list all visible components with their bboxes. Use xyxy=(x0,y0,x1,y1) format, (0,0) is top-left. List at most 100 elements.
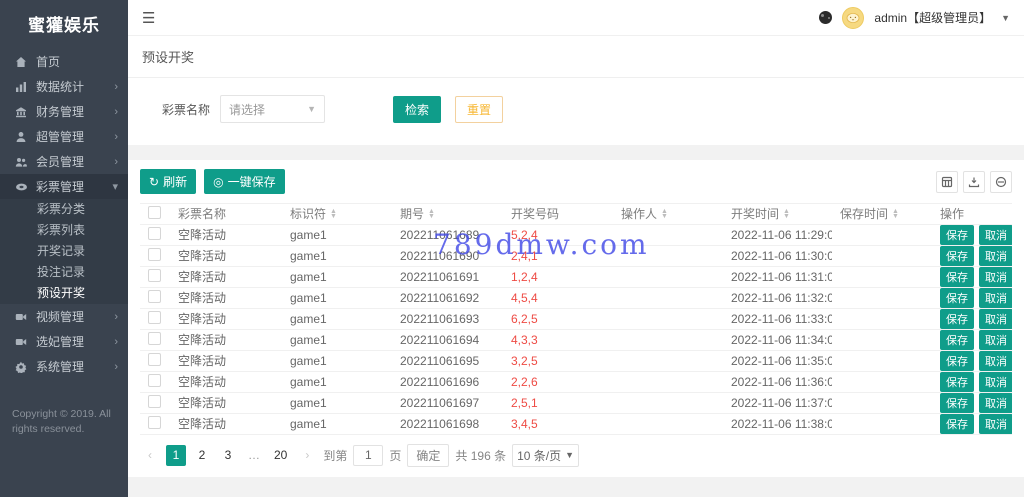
row-checkbox[interactable] xyxy=(148,226,161,240)
filter-row: 彩票名称 请选择 ▼ 检索 重置 xyxy=(128,78,1024,145)
cell-code: game1 xyxy=(282,350,392,372)
sort-icon[interactable]: ▲ ▼ xyxy=(783,208,790,220)
cell-operator xyxy=(613,413,723,435)
row-checkbox[interactable] xyxy=(148,373,161,387)
print-icon[interactable] xyxy=(990,170,1012,193)
menu-toggle-icon[interactable]: ☰ xyxy=(142,9,155,27)
cell-code: game1 xyxy=(282,266,392,288)
row-checkbox[interactable] xyxy=(148,352,161,366)
row-cancel-button[interactable]: 取消 xyxy=(979,266,1012,287)
cell-draw-time: 2022-11-06 11:35:02 xyxy=(723,350,832,372)
row-cancel-button[interactable]: 取消 xyxy=(979,245,1012,266)
row-save-button[interactable]: 保存 xyxy=(940,392,974,413)
sidebar-item-4[interactable]: 会员管理 › xyxy=(0,149,128,174)
row-save-button[interactable]: 保存 xyxy=(940,329,974,350)
save-all-icon: ◎ xyxy=(213,174,224,189)
submenu-item[interactable]: 彩票分类 xyxy=(0,199,128,220)
sort-icon[interactable]: ▲ ▼ xyxy=(330,208,337,220)
page-button-3[interactable]: 3 xyxy=(218,445,238,466)
row-save-button[interactable]: 保存 xyxy=(940,266,974,287)
goto-confirm-button[interactable]: 确定 xyxy=(407,443,450,467)
goto-page-input[interactable] xyxy=(353,444,384,466)
cell-save-time xyxy=(832,245,932,267)
sidebar-item-7[interactable]: 选妃管理 › xyxy=(0,329,128,354)
cell-numbers: 1,2,4 xyxy=(503,266,613,288)
page-size-select[interactable]: 10 条/页 ▼ xyxy=(512,443,580,467)
table-header-row: 彩票名称 标识符 ▲ ▼ 期号 ▲ ▼ 开奖号码 操作人 ▲ ▼ 开奖时间 ▲ ▼ 保存时间 ▲ ▼ 操作 xyxy=(140,203,1012,225)
table-row: 空降活动 game1 202211061696 2,2,6 2022-11-06 11:… xyxy=(140,371,1012,393)
page-button-2[interactable]: 2 xyxy=(192,445,212,466)
reset-button[interactable]: 重置 xyxy=(455,95,504,123)
chevron-icon: › xyxy=(114,105,118,118)
row-save-button[interactable]: 保存 xyxy=(940,371,974,392)
cell-actions: 保存 取消 xyxy=(932,224,1012,246)
row-cancel-button[interactable]: 取消 xyxy=(979,413,1012,434)
row-cancel-button[interactable]: 取消 xyxy=(979,287,1012,308)
row-save-button[interactable]: 保存 xyxy=(940,308,974,329)
export-icon[interactable] xyxy=(963,170,985,193)
row-cancel-button[interactable]: 取消 xyxy=(979,329,1012,350)
row-save-button[interactable]: 保存 xyxy=(940,287,974,308)
globe-icon[interactable] xyxy=(819,11,833,24)
user-icon xyxy=(14,131,28,143)
submenu-item[interactable]: 预设开奖 xyxy=(0,283,128,304)
row-checkbox[interactable] xyxy=(148,310,161,324)
submenu-item[interactable]: 彩票列表 xyxy=(0,220,128,241)
prev-page-button[interactable]: ‹ xyxy=(140,445,160,466)
row-checkbox[interactable] xyxy=(148,289,161,303)
next-page-button[interactable]: › xyxy=(297,445,317,466)
cell-actions: 保存 取消 xyxy=(932,371,1012,393)
admin-dropdown[interactable]: admin【超级管理员】 xyxy=(874,9,991,26)
content: 预设开奖 彩票名称 请选择 ▼ 检索 重置 ↻ 刷新 ◎ 一键保存 彩票名称 标… xyxy=(128,36,1024,497)
row-save-button[interactable]: 保存 xyxy=(940,245,974,266)
select-all-checkbox[interactable] xyxy=(148,205,161,219)
sidebar-item-2[interactable]: 财务管理 › xyxy=(0,99,128,124)
row-cancel-button[interactable]: 取消 xyxy=(979,392,1012,413)
page-button-20[interactable]: 20 xyxy=(270,445,291,466)
cell-issue: 202211061690 xyxy=(392,245,503,267)
avatar[interactable] xyxy=(842,6,865,29)
row-cancel-button[interactable]: 取消 xyxy=(979,350,1012,371)
refresh-icon: ↻ xyxy=(149,174,160,189)
row-checkbox[interactable] xyxy=(148,415,161,429)
sidebar-item-5[interactable]: 彩票管理 ▾ xyxy=(0,174,128,199)
row-save-button[interactable]: 保存 xyxy=(940,350,974,371)
column-header: 操作人 ▲ ▼ xyxy=(613,203,723,225)
row-cancel-button[interactable]: 取消 xyxy=(979,224,1012,245)
filter-columns-icon[interactable] xyxy=(936,170,958,193)
page-unit-label: 页 xyxy=(389,448,402,463)
save-all-button[interactable]: ◎ 一键保存 xyxy=(204,169,285,194)
cell-lottery-name: 空降活动 xyxy=(170,329,282,351)
cell-numbers: 4,3,3 xyxy=(503,329,613,351)
cell-code: game1 xyxy=(282,287,392,309)
sidebar-item-6[interactable]: 视频管理 › xyxy=(0,304,128,329)
sort-icon[interactable]: ▲ ▼ xyxy=(892,208,899,220)
sidebar-item-8[interactable]: 系统管理 › xyxy=(0,354,128,379)
sort-icon[interactable]: ▲ ▼ xyxy=(428,208,435,220)
row-save-button[interactable]: 保存 xyxy=(940,224,974,245)
cell-save-time xyxy=(832,287,932,309)
sidebar-item-0[interactable]: 首页 xyxy=(0,49,128,74)
chevron-down-icon: ▼ xyxy=(1001,12,1010,23)
chevron-down-icon: ▼ xyxy=(565,450,575,461)
cell-save-time xyxy=(832,224,932,246)
lottery-name-select[interactable]: 请选择 ▼ xyxy=(220,95,325,123)
search-button[interactable]: 检索 xyxy=(393,95,442,123)
row-checkbox[interactable] xyxy=(148,394,161,408)
goto-label: 到第 xyxy=(323,448,348,463)
sort-icon[interactable]: ▲ ▼ xyxy=(661,208,668,220)
row-cancel-button[interactable]: 取消 xyxy=(979,308,1012,329)
sidebar-item-1[interactable]: 数据统计 › xyxy=(0,74,128,99)
sidebar-item-3[interactable]: 超管管理 › xyxy=(0,124,128,149)
submenu-item[interactable]: 投注记录 xyxy=(0,262,128,283)
page-button-1[interactable]: 1 xyxy=(166,444,186,466)
row-checkbox[interactable] xyxy=(148,331,161,345)
submenu-item[interactable]: 开奖记录 xyxy=(0,241,128,262)
refresh-button[interactable]: ↻ 刷新 xyxy=(140,169,197,194)
row-cancel-button[interactable]: 取消 xyxy=(979,371,1012,392)
cell-lottery-name: 空降活动 xyxy=(170,350,282,372)
cell-numbers: 3,4,5 xyxy=(503,413,613,435)
row-checkbox[interactable] xyxy=(148,247,161,261)
row-checkbox[interactable] xyxy=(148,268,161,282)
row-save-button[interactable]: 保存 xyxy=(940,413,974,434)
